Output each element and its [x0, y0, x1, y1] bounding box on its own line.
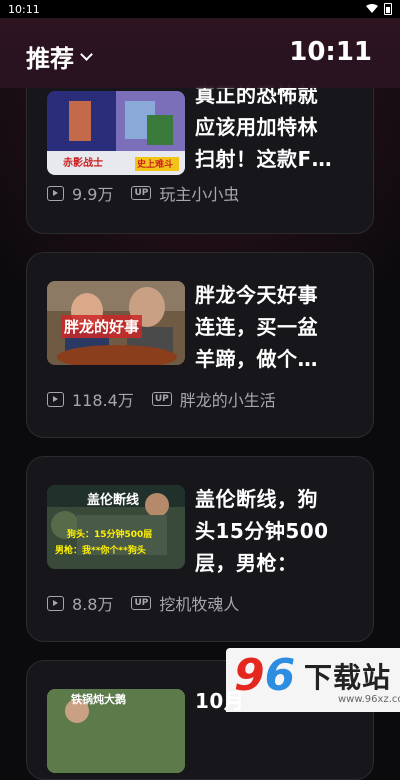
video-meta: 118.4万 UP 胖龙的小生活 [47, 387, 276, 411]
view-count: 8.8万 [72, 595, 114, 614]
thumbnail-caption-top: 盖伦断线 [87, 493, 140, 508]
watermark-url: www.96xz.com [338, 694, 400, 705]
video-thumbnail[interactable]: 赤影战士 史上难斗 [47, 91, 185, 175]
video-card[interactable]: 盖伦断线 狗头：15分钟500层 男枪：我**你个**狗头 盖伦断线，狗 头15… [26, 456, 374, 642]
watermark-logo: 96 [234, 650, 295, 701]
watermark-digit: 9 [234, 650, 265, 701]
site-watermark: 96 下载站 www.96xz.com [226, 648, 400, 712]
uploader-icon: UP [131, 596, 152, 610]
watermark-text: 下载站 [304, 661, 392, 694]
uploader-name[interactable]: 玩主小小虫 [159, 181, 239, 205]
feed-selector[interactable]: 推荐 [26, 39, 93, 74]
status-icons [366, 3, 392, 15]
battery-icon [384, 3, 392, 15]
play-count-icon [47, 185, 64, 201]
video-meta: 8.8万 UP 挖机牧魂人 [47, 591, 239, 615]
thumbnail-caption-left: 赤影战士 [63, 158, 103, 169]
video-title[interactable]: 盖伦断线，狗 头15分钟500 层，男枪： [195, 483, 365, 579]
video-thumbnail[interactable]: 盖伦断线 狗头：15分钟500层 男枪：我**你个**狗头 [47, 485, 185, 569]
video-meta: 9.9万 UP 玩主小小虫 [47, 181, 239, 205]
page-title: 推荐 [26, 45, 74, 73]
video-card[interactable]: 胖龙的好事 胖龙今天好事 连连，买一盆 羊蹄，做个… 118.4万 UP 胖龙的… [26, 252, 374, 438]
thumbnail-caption-bot: 男枪：我**你个**狗头 [55, 546, 146, 556]
video-title-line: 扫射！这款F… [195, 147, 333, 171]
video-title-line: 羊蹄，做个… [195, 347, 318, 371]
header-clock: 10:11 [289, 37, 372, 67]
uploader-icon: UP [151, 392, 172, 406]
video-title-line: 头15分钟500 [195, 519, 329, 543]
play-count-icon [47, 595, 64, 611]
video-title[interactable]: 胖龙今天好事 连连，买一盆 羊蹄，做个… [195, 279, 365, 375]
thumbnail-caption: 胖龙的好事 [61, 315, 143, 338]
view-count: 9.9万 [72, 185, 114, 204]
video-title-line: 层，男枪： [195, 551, 298, 575]
video-feed[interactable]: 赤影战士 史上难斗 真正的恐怖就 应该用加特林 扫射！这款F… 9.9万 UP … [0, 0, 400, 780]
chevron-down-icon [80, 47, 93, 61]
wifi-icon [366, 4, 378, 13]
status-bar: 10:11 [0, 0, 400, 18]
view-count: 118.4万 [72, 391, 134, 410]
video-title-line: 胖龙今天好事 [195, 283, 318, 307]
uploader-icon: UP [131, 186, 152, 200]
thumbnail-caption: 铁锅炖大鹅 [71, 693, 126, 706]
video-title-line: 应该用加特林 [195, 115, 318, 139]
video-title-line: 连连，买一盆 [195, 315, 318, 339]
video-title-line: 盖伦断线，狗 [195, 487, 318, 511]
video-thumbnail[interactable]: 胖龙的好事 [47, 281, 185, 365]
thumbnail-caption-mid: 狗头：15分钟500层 [67, 530, 153, 540]
play-count-icon [47, 391, 64, 407]
watermark-digit: 6 [264, 650, 296, 701]
video-thumbnail[interactable]: 铁锅炖大鹅 [47, 689, 185, 773]
uploader-name[interactable]: 胖龙的小生活 [180, 387, 276, 411]
status-time: 10:11 [8, 2, 40, 16]
top-header: 推荐 10:11 [0, 18, 400, 88]
uploader-name[interactable]: 挖机牧魂人 [159, 591, 239, 615]
thumbnail-caption-right: 史上难斗 [137, 160, 174, 170]
video-title[interactable]: 真正的恐怖就 应该用加特林 扫射！这款F… [195, 79, 365, 175]
